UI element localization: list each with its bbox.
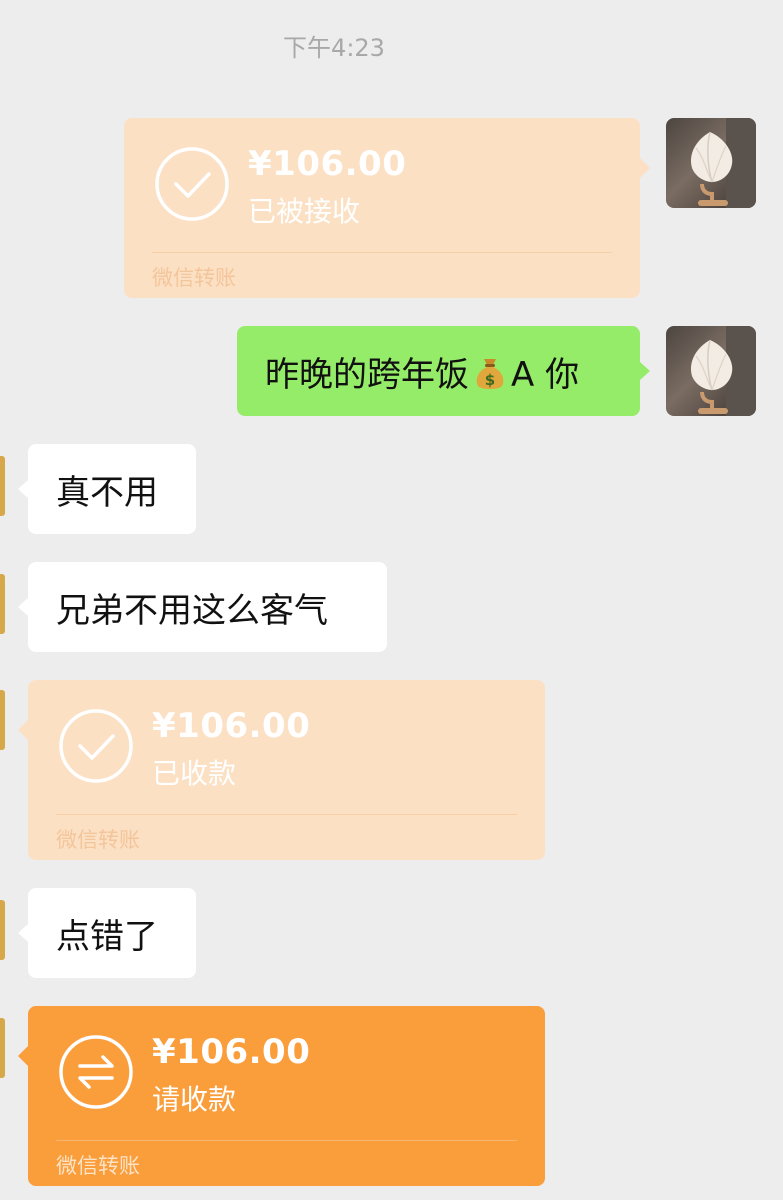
transfer-status: 已收款	[152, 757, 237, 790]
avatar-edge	[0, 574, 5, 634]
lamp-avatar-image	[690, 326, 756, 416]
check-circle-icon	[59, 709, 133, 783]
avatar-edge	[0, 900, 5, 960]
transfer-footer: 微信转账	[56, 828, 140, 852]
transfer-amount: ¥106.00	[248, 144, 407, 184]
divider	[56, 1140, 517, 1141]
transfer-card-sent[interactable]: ¥106.00 已被接收 微信转账	[124, 118, 650, 298]
check-circle-icon	[155, 147, 229, 221]
message-bubble-incoming[interactable]: 真不用	[18, 444, 196, 534]
transfer-card-received[interactable]: ¥106.00 已收款 微信转账	[18, 680, 545, 860]
message-bubble-incoming[interactable]: 点错了	[18, 888, 196, 978]
message-text: 点错了	[56, 916, 158, 957]
transfer-footer: 微信转账	[56, 1154, 140, 1178]
money-bag-icon: $	[473, 355, 507, 391]
avatar[interactable]	[666, 326, 756, 416]
transfer-amount: ¥106.00	[152, 1032, 311, 1072]
avatar-edge	[0, 690, 5, 750]
message-bubble-outgoing[interactable]: 昨晚的跨年饭 $ A 你	[237, 326, 650, 416]
svg-text:$: $	[485, 371, 495, 389]
avatar-edge	[0, 456, 5, 516]
chat-timestamp: 下午4:23	[283, 34, 385, 62]
bubble-tail	[18, 1046, 28, 1066]
message-text: 昨晚的跨年饭	[265, 354, 469, 395]
transfer-footer: 微信转账	[152, 266, 236, 290]
transfer-arrows-icon	[59, 1035, 133, 1109]
transfer-card-pending[interactable]: ¥106.00 请收款 微信转账	[18, 1006, 545, 1186]
divider	[152, 252, 612, 253]
lamp-avatar-image	[690, 118, 756, 208]
transfer-amount: ¥106.00	[152, 706, 311, 746]
message-bubble-incoming[interactable]: 兄弟不用这么客气	[18, 562, 387, 652]
bubble-tail	[18, 720, 28, 740]
transfer-status: 已被接收	[248, 195, 361, 228]
avatar[interactable]	[666, 118, 756, 208]
message-text: 兄弟不用这么客气	[56, 590, 328, 631]
divider	[56, 814, 517, 815]
bubble-tail	[640, 158, 650, 178]
message-text: A 你	[511, 354, 580, 395]
avatar-edge	[0, 1018, 5, 1078]
message-text: 真不用	[56, 472, 158, 513]
transfer-status: 请收款	[152, 1083, 237, 1116]
